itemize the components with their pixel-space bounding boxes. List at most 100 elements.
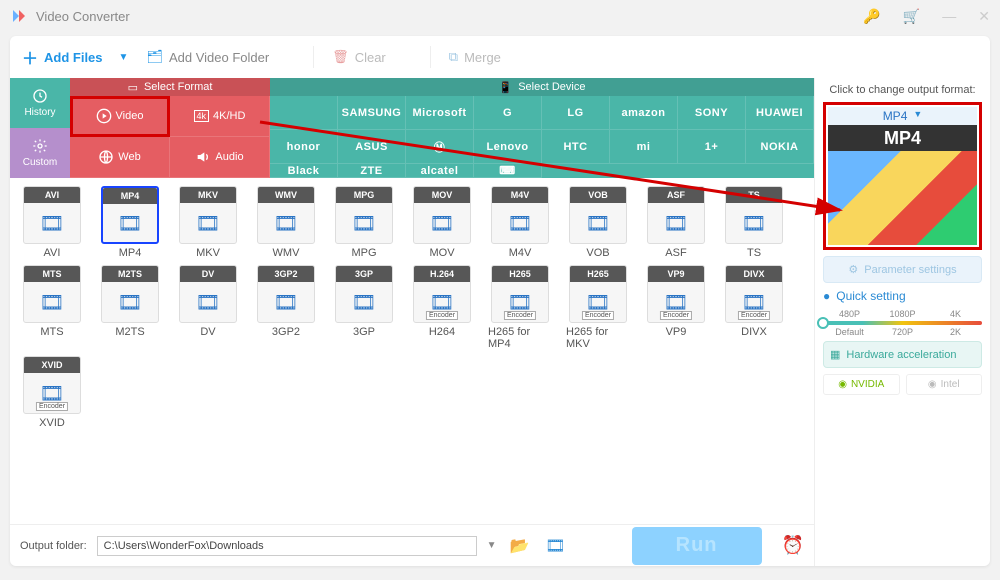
- format-thumb: VP9🎞Encoder: [647, 265, 705, 323]
- slider-knob[interactable]: [817, 317, 829, 329]
- add-video-folder-button[interactable]: 🗂 Add Video Folder: [146, 49, 269, 65]
- device-brand-tv[interactable]: ⌨: [474, 164, 542, 178]
- format-top-label: MOV: [414, 187, 470, 203]
- play-circle-icon: [96, 108, 112, 124]
- device-brand-sony[interactable]: SONY: [678, 96, 746, 130]
- device-brand-g[interactable]: G: [474, 96, 542, 130]
- format-h265-for-mkv[interactable]: H265🎞EncoderH265 for MKV: [566, 265, 630, 350]
- tab-custom[interactable]: Custom: [10, 128, 70, 178]
- brand-label: mi: [637, 141, 651, 153]
- format-divx[interactable]: DIVX🎞EncoderDIVX: [722, 265, 786, 350]
- hardware-acceleration-button[interactable]: ▦ Hardware acceleration: [823, 341, 982, 368]
- format-3gp[interactable]: 3GP🎞3GP: [332, 265, 396, 350]
- format-xvid[interactable]: XVID🎞EncoderXVID: [20, 356, 84, 429]
- key-icon[interactable]: 🔑: [863, 8, 880, 25]
- slider-tick: Default: [823, 327, 876, 337]
- schedule-button[interactable]: ⏰: [782, 535, 804, 556]
- device-brand-lg[interactable]: LG: [542, 96, 610, 130]
- format-tab-audio[interactable]: Audio: [170, 137, 270, 178]
- add-files-label: Add Files: [44, 50, 103, 65]
- gpu-intel[interactable]: ◉Intel: [906, 374, 983, 395]
- format-tab-web[interactable]: Web: [70, 137, 170, 178]
- device-brand-htc[interactable]: HTC: [542, 130, 610, 164]
- device-brand-zte[interactable]: ZTE: [338, 164, 406, 178]
- format-label: XVID: [39, 417, 65, 429]
- brand-label: Ⓜ: [434, 139, 446, 155]
- device-brand-black[interactable]: Black: [270, 164, 338, 178]
- open-folder-button[interactable]: 📂: [507, 535, 533, 557]
- format-top-label: WMV: [258, 187, 314, 203]
- device-brand-microsoft[interactable]: Microsoft: [406, 96, 474, 130]
- format-mts[interactable]: MTS🎞MTS: [20, 265, 84, 350]
- format-tab-audio-label: Audio: [215, 151, 243, 163]
- format-vp9[interactable]: VP9🎞Encoder VP9: [644, 265, 708, 350]
- format-h265-for-mp4[interactable]: H265🎞EncoderH265 for MP4: [488, 265, 552, 350]
- format-thumb: MTS🎞: [23, 265, 81, 323]
- device-brand-honor[interactable]: honor: [270, 130, 338, 164]
- device-brand-apple[interactable]: [270, 96, 338, 130]
- format-avi[interactable]: AVI🎞AVI: [20, 186, 84, 259]
- device-brand-asus[interactable]: ASUS: [338, 130, 406, 164]
- format-thumb: TS🎞: [725, 186, 783, 244]
- minimize-icon[interactable]: —: [942, 8, 956, 25]
- run-button[interactable]: Run: [632, 527, 762, 565]
- toolbar: ＋ Add Files ▼ 🗂 Add Video Folder 🗑 Clear…: [10, 36, 990, 78]
- add-files-dropdown-icon[interactable]: ▼: [119, 52, 129, 63]
- clear-button[interactable]: 🗑 Clear: [332, 49, 386, 65]
- close-icon[interactable]: ✕: [978, 8, 990, 25]
- brand-label: NOKIA: [761, 141, 799, 153]
- gear-icon: [32, 138, 48, 154]
- device-brand-amazon[interactable]: amazon: [610, 96, 678, 130]
- output-format-title: Click to change output format:: [823, 84, 982, 96]
- format-m4v[interactable]: M4V🎞M4V: [488, 186, 552, 259]
- format-label: 3GP: [353, 326, 375, 338]
- format-vob[interactable]: VOB🎞VOB: [566, 186, 630, 259]
- format-tab-web-label: Web: [118, 151, 140, 163]
- device-brand-nokia[interactable]: NOKIA: [746, 130, 814, 164]
- device-brand-moto[interactable]: Ⓜ: [406, 130, 474, 164]
- format-dv[interactable]: DV🎞DV: [176, 265, 240, 350]
- format-asf[interactable]: ASF🎞ASF: [644, 186, 708, 259]
- add-files-button[interactable]: ＋ Add Files: [22, 45, 103, 69]
- format-thumb: DV🎞: [179, 265, 237, 323]
- output-folder-dropdown-icon[interactable]: ▼: [487, 540, 497, 551]
- parameter-settings-button[interactable]: ⚙ Parameter settings: [823, 256, 982, 283]
- format-mkv[interactable]: MKV🎞MKV: [176, 186, 240, 259]
- format-label: DIVX: [741, 326, 767, 338]
- device-brand-samsung[interactable]: SAMSUNG: [338, 96, 406, 130]
- format-top-label: 3GP: [336, 266, 392, 282]
- format-ts[interactable]: TS🎞TS: [722, 186, 786, 259]
- brand-label: Black: [288, 165, 320, 177]
- app-title: Video Converter: [36, 9, 863, 24]
- merge-button[interactable]: ⧉ Merge: [449, 49, 501, 65]
- brand-label: ZTE: [360, 165, 382, 177]
- gpu-nvidia[interactable]: ◉NVIDIA: [823, 374, 900, 395]
- format-mp4[interactable]: MP4🎞MP4: [98, 186, 162, 259]
- output-format-box[interactable]: MP4 ▼ MP4: [823, 102, 982, 250]
- device-brand-alcatel[interactable]: alcatel: [406, 164, 474, 178]
- format-3gp2[interactable]: 3GP2🎞3GP2: [254, 265, 318, 350]
- device-brand-huawei[interactable]: HUAWEI: [746, 96, 814, 130]
- format-thumb: M4V🎞: [491, 186, 549, 244]
- quality-slider[interactable]: 480P1080P4K Default720P2K: [823, 309, 982, 335]
- format-mov[interactable]: MOV🎞MOV: [410, 186, 474, 259]
- format-m2ts[interactable]: M2TS🎞M2TS: [98, 265, 162, 350]
- cart-icon[interactable]: 🛒: [903, 8, 920, 25]
- add-folder-label: Add Video Folder: [169, 50, 269, 65]
- format-label: VP9: [666, 326, 687, 338]
- chip-icon: ▦: [830, 348, 840, 361]
- device-brand-1+[interactable]: 1+: [678, 130, 746, 164]
- format-top-label: VOB: [570, 187, 626, 203]
- format-label: 3GP2: [272, 326, 300, 338]
- panels: History Custom ▭ Select Format: [10, 78, 990, 566]
- tab-history[interactable]: History: [10, 78, 70, 128]
- film-button[interactable]: 🎞: [543, 535, 569, 557]
- format-mpg[interactable]: MPG🎞MPG: [332, 186, 396, 259]
- format-tab-video[interactable]: Video: [70, 96, 170, 137]
- format-tab-4khd[interactable]: 4k 4K/HD: [170, 96, 270, 137]
- format-wmv[interactable]: WMV🎞WMV: [254, 186, 318, 259]
- device-brand-lenovo[interactable]: Lenovo: [474, 130, 542, 164]
- device-brand-mi[interactable]: mi: [610, 130, 678, 164]
- output-folder-input[interactable]: [97, 536, 477, 556]
- format-h264[interactable]: H.264🎞EncoderH264: [410, 265, 474, 350]
